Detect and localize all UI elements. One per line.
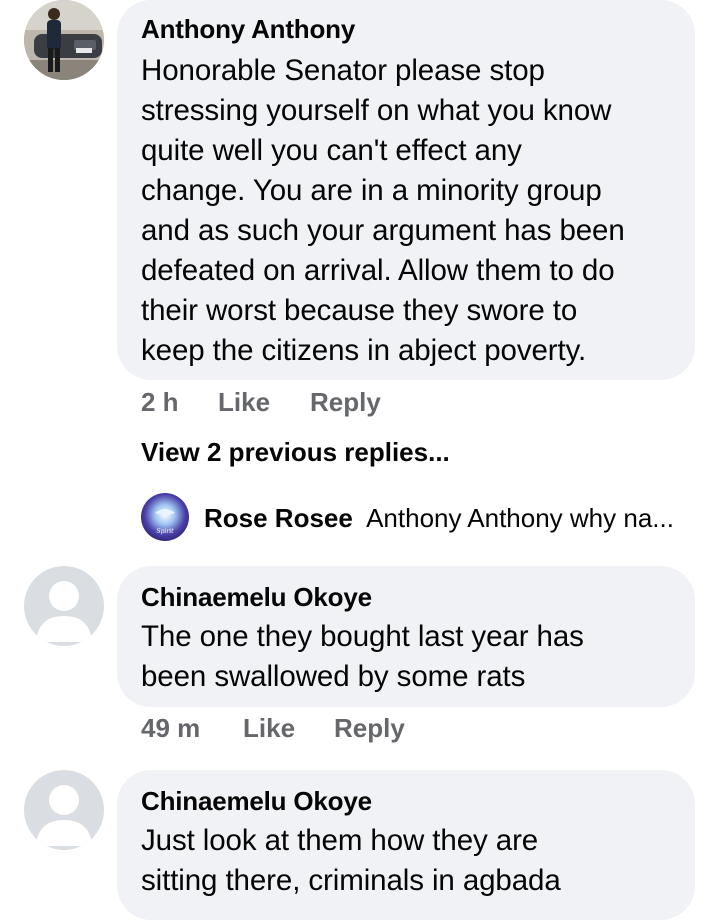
avatar-rose[interactable]: Spirit	[141, 493, 189, 541]
avatar-anthony[interactable]	[24, 0, 104, 80]
profile-photo-icon: Spirit	[141, 493, 189, 541]
comment-text-line: and as such your argument has been	[141, 214, 625, 247]
reply-button[interactable]: Reply	[334, 713, 405, 743]
comment-text-line: sitting there, criminals in agbada	[141, 864, 561, 897]
comment-text-line: Just look at them how they are	[141, 824, 539, 857]
view-previous-replies-link[interactable]: View 2 previous replies...	[141, 437, 450, 467]
comment-actions: 49 m Like Reply	[0, 713, 720, 745]
comment-text-line: defeated on arrival. Allow them to do	[141, 254, 615, 287]
default-avatar-icon	[24, 770, 104, 850]
avatar-chinaemelu[interactable]	[24, 566, 104, 646]
profile-photo-icon	[24, 0, 104, 80]
comment-text: Honorable Senator please stop stressing …	[141, 51, 689, 371]
comment-timestamp: 2 h	[141, 387, 179, 417]
comment-text-line: stressing yourself on what you know	[141, 94, 612, 127]
comment-timestamp: 49 m	[141, 713, 201, 743]
comment-text-line: keep the citizens in abject poverty.	[141, 334, 587, 367]
comment-text-line: their worst because they swore to	[141, 294, 578, 327]
comment-text-line: The one they bought last year has	[141, 620, 584, 653]
like-button[interactable]: Like	[218, 387, 270, 417]
like-button[interactable]: Like	[243, 713, 295, 743]
reply-snippet: Anthony Anthony why na...	[366, 503, 674, 533]
svg-text:Spirit: Spirit	[156, 528, 174, 535]
comment-text-line: Honorable Senator please stop	[141, 54, 545, 87]
comment-author[interactable]: Chinaemelu Okoye	[141, 582, 372, 612]
reply-preview[interactable]: Rose Rosee Anthony Anthony why na...	[204, 503, 674, 533]
comment-author[interactable]: Anthony Anthony	[141, 14, 355, 44]
comment-text-line: been swallowed by some rats	[141, 660, 526, 693]
reply-button[interactable]: Reply	[310, 387, 381, 417]
comment-text: Just look at them how they are sitting t…	[141, 821, 689, 901]
default-avatar-icon	[24, 566, 104, 646]
comment-author[interactable]: Chinaemelu Okoye	[141, 786, 372, 816]
reply-author[interactable]: Rose Rosee	[204, 503, 353, 533]
comment-actions: 2 h Like Reply	[0, 387, 720, 419]
comment-text-line: change. You are in a minority group	[141, 174, 602, 207]
comment-text-line: quite well you can't effect any	[141, 134, 522, 167]
avatar-chinaemelu[interactable]	[24, 770, 104, 850]
comment-text: The one they bought last year has been s…	[141, 617, 689, 697]
